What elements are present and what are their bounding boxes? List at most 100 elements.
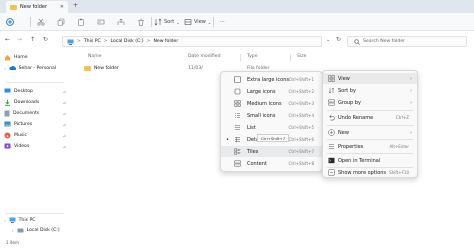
menu-item-view[interactable]: View ›	[323, 73, 417, 84]
more-label: ···	[220, 19, 225, 25]
extra-large-icons-icon	[234, 76, 241, 83]
pin-icon[interactable]: ⊿	[63, 111, 66, 116]
menu-item-small-icons[interactable]: Small icons Ctrl+Shift+4	[221, 110, 322, 121]
view-button[interactable]: View ⌄	[184, 16, 211, 28]
sidebar-item-documents[interactable]: Documents ⊿	[4, 110, 66, 117]
back-icon[interactable]: ←	[5, 36, 10, 43]
undo-icon	[329, 115, 335, 121]
menu-item-new[interactable]: New ›	[323, 127, 417, 138]
breadcrumb-this-pc[interactable]: This PC	[84, 39, 101, 44]
share-button[interactable]	[117, 16, 125, 28]
copy-icon	[57, 18, 65, 26]
column-header-type[interactable]: Type	[247, 54, 258, 59]
copy-button[interactable]	[57, 16, 65, 28]
paste-button[interactable]	[77, 16, 85, 28]
file-row[interactable]: New folder	[84, 64, 119, 73]
address-dropdown-icon[interactable]: ⌄	[326, 37, 330, 43]
context-menu: View › Sort by › Group by › Undo Rename …	[322, 70, 418, 178]
documents-icon	[4, 110, 10, 117]
expand-chevron-icon[interactable]: ›	[4, 218, 6, 223]
more-options-button[interactable]: ···	[220, 16, 225, 28]
breadcrumb-separator: >	[146, 39, 151, 44]
disk-icon	[17, 228, 24, 233]
delete-button[interactable]	[137, 16, 145, 28]
menu-item-properties[interactable]: Properties Alt+Enter	[323, 141, 417, 152]
menu-item-content[interactable]: Content Ctrl+Shift+8	[221, 158, 322, 169]
column-divider[interactable]	[240, 54, 241, 61]
refresh-icon[interactable]: ↻	[43, 36, 48, 43]
expand-chevron-icon[interactable]: ›	[4, 66, 6, 71]
up-icon[interactable]: ↑	[30, 36, 35, 43]
sidebar-item-local-disk[interactable]: › Local Disk (C:)	[12, 228, 74, 233]
pin-icon[interactable]: ⊿	[63, 89, 66, 94]
menu-item-group-by[interactable]: Group by ›	[323, 97, 417, 108]
column-header-size[interactable]: Size	[297, 54, 306, 59]
menu-separator	[327, 110, 413, 111]
expand-chevron-icon[interactable]: ›	[12, 228, 14, 233]
sort-button[interactable]: Sort ⌄	[154, 16, 180, 28]
content-icon	[234, 160, 241, 167]
menu-item-extra-large-icons[interactable]: Extra large icons Ctrl+Shift+1	[221, 74, 322, 85]
sidebar-divider	[6, 82, 64, 83]
chevron-right-icon: ›	[410, 129, 412, 136]
properties-icon	[329, 144, 334, 149]
menu-item-medium-icons[interactable]: Medium icons Ctrl+Shift+3	[221, 98, 322, 109]
sidebar-item-home[interactable]: Home	[4, 54, 66, 61]
sidebar-item-label: Pictures	[14, 121, 33, 127]
forward-icon[interactable]: →	[17, 36, 22, 43]
sidebar-item-music[interactable]: Music ⊿	[4, 132, 66, 139]
column-header-date[interactable]: Date modified	[188, 54, 221, 59]
download-icon	[5, 99, 10, 106]
sidebar-item-label: Desktop	[14, 88, 33, 94]
cloud-icon	[8, 65, 16, 70]
menu-item-show-more-options[interactable]: Show more options Shift+F10	[323, 167, 417, 178]
breadcrumb-new-folder[interactable]: New folder	[153, 39, 178, 44]
sidebar-item-desktop[interactable]: Desktop ⊿	[4, 88, 66, 94]
rename-button[interactable]	[97, 16, 105, 28]
desktop-icon	[4, 88, 11, 93]
search-box[interactable]: Search New folder	[347, 36, 467, 47]
pc-icon	[9, 217, 16, 223]
breadcrumb-separator: >	[103, 39, 108, 44]
menu-separator	[327, 125, 413, 126]
sidebar-item-label: Sehar - Personal	[18, 65, 57, 71]
chevron-down-icon: ⌄	[207, 19, 212, 25]
view-icon	[184, 19, 192, 25]
address-refresh-icon[interactable]: ↻	[336, 36, 341, 43]
chevron-right-icon: ›	[410, 99, 412, 106]
address-bar[interactable]: > This PC > Local Disk (C:) > New folder	[62, 36, 322, 47]
new-tab-icon[interactable]: +	[73, 2, 78, 9]
pin-icon[interactable]: ⊿	[63, 100, 66, 105]
breadcrumb-local-disk[interactable]: Local Disk (C:)	[111, 39, 144, 44]
toolbar-divider	[30, 17, 31, 27]
menu-item-open-in-terminal[interactable]: Open in Terminal	[323, 155, 417, 166]
menu-item-sort-by[interactable]: Sort by ›	[323, 85, 417, 96]
chevron-down-icon: ⌄	[176, 19, 180, 25]
cut-button[interactable]	[37, 16, 45, 28]
menu-item-list[interactable]: List Ctrl+Shift+5	[221, 122, 322, 133]
tab-new-folder[interactable]: New folder ✕	[6, 1, 68, 13]
column-header-name[interactable]: Name	[88, 54, 102, 59]
pin-icon[interactable]: ⊿	[63, 133, 66, 138]
pin-icon[interactable]: ⊿	[63, 144, 66, 149]
sidebar-item-videos[interactable]: Videos ⊿	[4, 143, 66, 149]
terminal-icon	[328, 157, 335, 164]
menu-item-large-icons[interactable]: Large icons Ctrl+Shift+2	[221, 86, 322, 97]
music-icon	[4, 132, 11, 139]
sidebar-item-this-pc[interactable]: › This PC	[4, 217, 66, 223]
toolbar-divider	[151, 17, 152, 27]
menu-item-undo-rename[interactable]: Undo Rename Ctrl+Z	[323, 112, 417, 123]
menu-item-tiles[interactable]: Tiles Ctrl+Shift+7	[221, 146, 322, 157]
folder-icon	[84, 66, 91, 71]
sidebar-item-onedrive[interactable]: › Sehar - Personal	[4, 65, 66, 71]
sidebar-item-pictures[interactable]: Pictures ⊿	[4, 121, 66, 127]
new-button[interactable]	[6, 16, 14, 28]
sort-icon	[328, 87, 335, 94]
title-bar	[0, 0, 474, 13]
medium-icons-icon	[234, 100, 241, 107]
close-tab-icon[interactable]: ✕	[60, 4, 64, 10]
column-divider[interactable]	[290, 54, 291, 61]
view-label: View	[194, 19, 206, 25]
pin-icon[interactable]: ⊿	[63, 122, 66, 127]
sidebar-item-downloads[interactable]: Downloads ⊿	[4, 99, 66, 106]
